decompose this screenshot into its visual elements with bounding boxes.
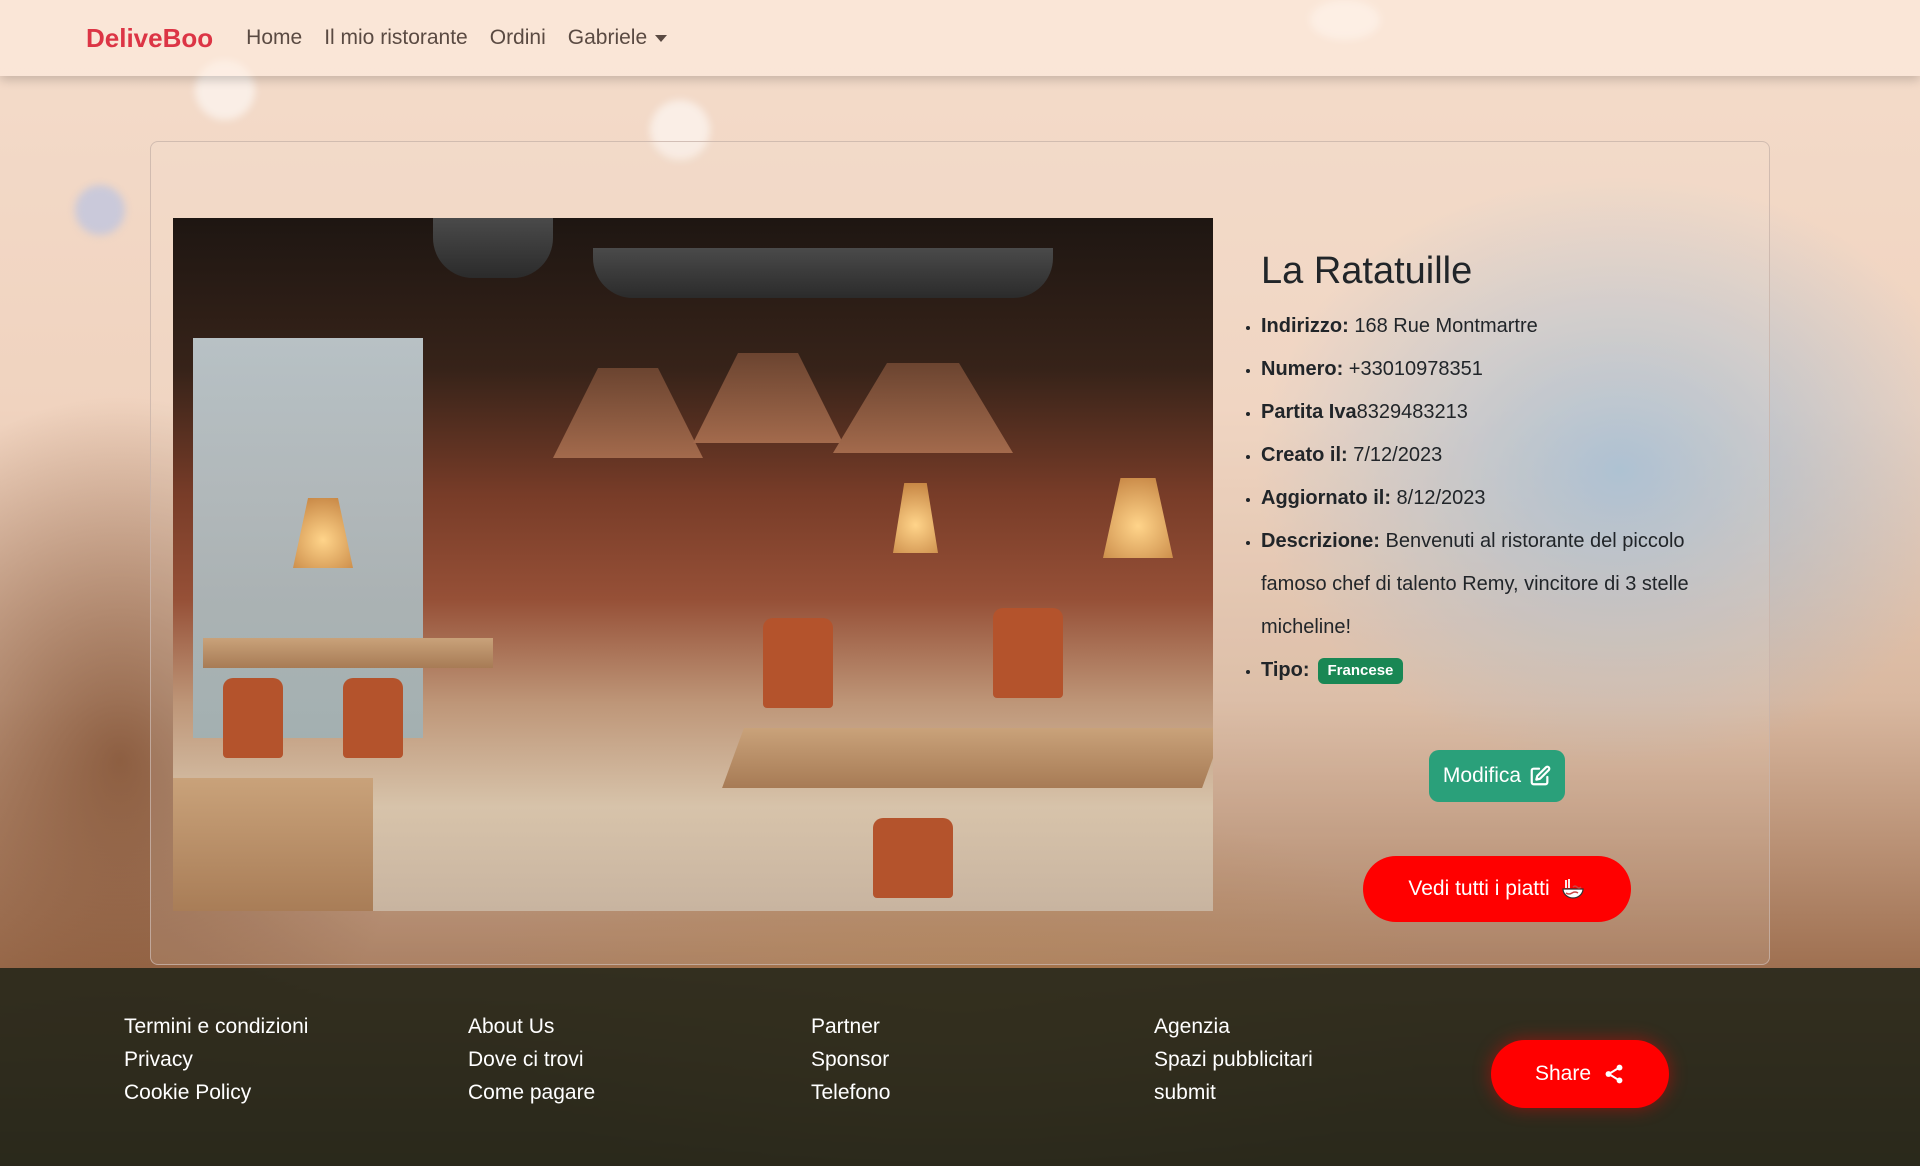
footer-column-legal: Termini e condizioni Privacy Cookie Poli… bbox=[124, 1010, 308, 1109]
share-icon bbox=[1605, 1064, 1623, 1084]
share-label: Share bbox=[1534, 1062, 1592, 1085]
edit-button[interactable]: Modifica bbox=[1429, 750, 1565, 802]
detail-address: Indirizzo: 168 Rue Montmartre bbox=[1261, 305, 1741, 348]
footer-link-submit[interactable]: submit bbox=[1154, 1076, 1313, 1109]
top-navbar: DeliveBoo Home Il mio ristorante Ordini … bbox=[0, 0, 1920, 76]
footer-link-ad-spaces[interactable]: Spazi pubblicitari bbox=[1154, 1043, 1313, 1076]
detail-value: 168 Rue Montmartre bbox=[1348, 315, 1538, 337]
footer-link-agency[interactable]: Agenzia bbox=[1154, 1010, 1313, 1043]
detail-value: +33010978351 bbox=[1343, 358, 1483, 380]
details-list: Indirizzo: 168 Rue Montmartre Numero: +3… bbox=[1261, 305, 1741, 692]
detail-label: Aggiornato il: bbox=[1261, 487, 1391, 509]
detail-value: 8329483213 bbox=[1356, 401, 1468, 423]
footer-column-advertising: Agenzia Spazi pubblicitari submit bbox=[1154, 1010, 1313, 1109]
restaurant-details: La Ratatuille Indirizzo: 168 Rue Montmar… bbox=[1261, 250, 1741, 692]
page-footer: Termini e condizioni Privacy Cookie Poli… bbox=[0, 968, 1920, 1166]
detail-value: 8/12/2023 bbox=[1390, 487, 1486, 509]
chevron-down-icon bbox=[655, 34, 668, 42]
detail-label: Tipo: bbox=[1261, 659, 1310, 681]
edit-label: Modifica bbox=[1442, 764, 1522, 787]
detail-label: Creato il: bbox=[1261, 444, 1348, 466]
detail-phone: Numero: +33010978351 bbox=[1261, 348, 1741, 391]
restaurant-card: La Ratatuille Indirizzo: 168 Rue Montmar… bbox=[150, 141, 1770, 965]
footer-column-company: About Us Dove ci trovi Come pagare bbox=[468, 1010, 595, 1109]
type-badge: Francese bbox=[1317, 657, 1404, 684]
view-dishes-label: Vedi tutti i piatti bbox=[1408, 877, 1550, 900]
brand-logo[interactable]: DeliveBoo bbox=[86, 23, 213, 54]
user-menu-label: Gabriele bbox=[567, 26, 648, 49]
nav-orders[interactable]: Ordini bbox=[490, 26, 546, 50]
share-button[interactable]: Share bbox=[1491, 1040, 1669, 1108]
detail-description: Descrizione: Benvenuti al ristorante del… bbox=[1261, 520, 1741, 649]
detail-label: Partita Iva bbox=[1261, 401, 1357, 423]
bokeh-light bbox=[75, 185, 125, 235]
detail-value: 7/12/2023 bbox=[1347, 444, 1443, 466]
detail-type: Tipo: Francese bbox=[1261, 649, 1741, 692]
view-dishes-button[interactable]: Vedi tutti i piatti bbox=[1363, 856, 1631, 922]
footer-link-cookie-policy[interactable]: Cookie Policy bbox=[124, 1076, 308, 1109]
footer-link-location[interactable]: Dove ci trovi bbox=[468, 1043, 595, 1076]
footer-link-privacy[interactable]: Privacy bbox=[124, 1043, 308, 1076]
footer-link-partner[interactable]: Partner bbox=[811, 1010, 890, 1043]
footer-link-sponsor[interactable]: Sponsor bbox=[811, 1043, 890, 1076]
detail-label: Numero: bbox=[1261, 358, 1344, 380]
detail-vat: Partita Iva8329483213 bbox=[1261, 391, 1741, 434]
footer-link-phone[interactable]: Telefono bbox=[811, 1076, 890, 1109]
restaurant-photo bbox=[173, 218, 1213, 911]
noodle-bowl-icon bbox=[1562, 879, 1584, 899]
edit-icon bbox=[1530, 765, 1551, 786]
detail-label: Indirizzo: bbox=[1261, 315, 1349, 337]
footer-link-terms[interactable]: Termini e condizioni bbox=[124, 1010, 308, 1043]
footer-link-about[interactable]: About Us bbox=[468, 1010, 595, 1043]
nav-home[interactable]: Home bbox=[246, 26, 302, 50]
nav-my-restaurant[interactable]: Il mio ristorante bbox=[324, 26, 468, 50]
footer-link-payment[interactable]: Come pagare bbox=[468, 1076, 595, 1109]
detail-updated: Aggiornato il: 8/12/2023 bbox=[1261, 477, 1741, 520]
user-menu-dropdown[interactable]: Gabriele bbox=[567, 26, 668, 50]
detail-label: Descrizione: bbox=[1261, 530, 1380, 552]
detail-created: Creato il: 7/12/2023 bbox=[1261, 434, 1741, 477]
footer-column-partners: Partner Sponsor Telefono bbox=[811, 1010, 890, 1109]
restaurant-name: La Ratatuille bbox=[1261, 250, 1473, 292]
